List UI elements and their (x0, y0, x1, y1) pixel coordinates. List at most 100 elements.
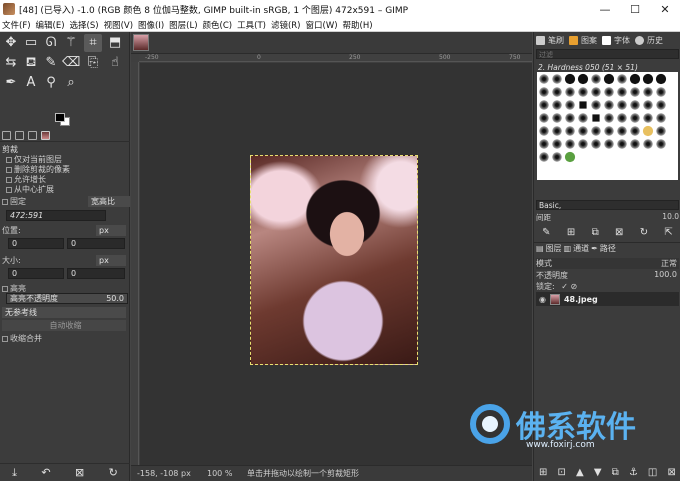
vertical-ruler[interactable] (131, 62, 139, 465)
undo-history-tab-icon[interactable] (28, 131, 37, 140)
tab-patterns[interactable]: 图案 (581, 35, 597, 46)
minimize-button[interactable]: — (590, 3, 620, 16)
lower-layer-icon[interactable]: ▼ (594, 467, 602, 478)
patterns-tab-icon[interactable] (569, 35, 578, 45)
channels-tab-icon[interactable]: ▥ (564, 244, 572, 253)
brush-swatch[interactable] (629, 86, 641, 98)
new-group-icon[interactable]: ⊡ (558, 467, 566, 478)
image-canvas-photo[interactable] (250, 155, 418, 365)
brush-grid[interactable] (537, 72, 678, 180)
brush-swatch[interactable] (551, 138, 563, 150)
brush-swatch[interactable] (577, 86, 589, 98)
brushes-tab-icon[interactable] (536, 35, 545, 45)
zoom-dropdown[interactable]: 100 % (207, 469, 247, 478)
brush-swatch[interactable] (629, 125, 641, 137)
brush-swatch[interactable] (564, 125, 576, 137)
image-tab-thumbnail[interactable] (133, 34, 149, 51)
brush-swatch[interactable] (603, 99, 615, 111)
position-unit-dropdown[interactable]: px (96, 225, 126, 236)
brush-swatch[interactable] (590, 138, 602, 150)
position-x-field[interactable]: 0 (8, 238, 64, 249)
layers-tab-icon[interactable]: ▤ (536, 244, 544, 253)
refresh-brushes-icon[interactable]: ↻ (640, 227, 648, 238)
brush-swatch[interactable] (642, 86, 654, 98)
brush-swatch[interactable] (642, 138, 654, 150)
brush-swatch[interactable] (616, 112, 628, 124)
unit-dropdown[interactable]: px (181, 469, 207, 478)
brush-swatch[interactable] (616, 99, 628, 111)
raise-layer-icon[interactable]: ▲ (576, 467, 584, 478)
brush-swatch[interactable] (538, 99, 550, 111)
fixed-checkbox[interactable] (2, 198, 8, 205)
brush-swatch[interactable] (642, 99, 654, 111)
fixed-mode-dropdown[interactable]: 宽高比 (88, 196, 130, 207)
brush-swatch[interactable] (629, 99, 641, 111)
brush-swatch[interactable] (629, 112, 641, 124)
brush-swatch[interactable] (629, 73, 641, 85)
brush-swatch[interactable] (603, 125, 615, 137)
brush-swatch[interactable] (564, 86, 576, 98)
duplicate-layer-icon[interactable]: ⧉ (612, 467, 619, 478)
smudge-tool-icon[interactable]: ☝ (106, 54, 124, 72)
delete-layer-icon[interactable]: ⊠ (667, 467, 675, 478)
brush-swatch[interactable] (551, 112, 563, 124)
menu-view[interactable]: 视图(V) (102, 19, 136, 31)
brush-swatch[interactable] (551, 86, 563, 98)
expand-from-center-checkbox[interactable] (6, 186, 12, 193)
brush-swatch[interactable] (616, 86, 628, 98)
clone-tool-icon[interactable]: ⎘ (84, 54, 102, 72)
zoom-tool-icon[interactable]: ⌕ (62, 74, 80, 92)
brush-swatch[interactable] (655, 112, 667, 124)
brush-swatch[interactable] (564, 99, 576, 111)
size-unit-dropdown[interactable]: px (96, 255, 126, 266)
brush-swatch[interactable] (616, 138, 628, 150)
history-tab-icon[interactable] (635, 35, 644, 45)
paths-tab-icon[interactable]: ✒ (591, 244, 598, 253)
mode-row[interactable]: 模式 正常 (536, 258, 679, 269)
menu-select[interactable]: 选择(S) (68, 19, 102, 31)
reset-options-icon[interactable]: ↻ (109, 466, 118, 479)
fg-bg-colors[interactable] (55, 113, 73, 127)
brush-swatch[interactable] (629, 138, 641, 150)
brush-swatch[interactable] (603, 86, 615, 98)
brush-swatch[interactable] (538, 73, 550, 85)
brush-filter-input[interactable]: 过滤 (536, 49, 679, 59)
paths-tool-icon[interactable]: ✒ (2, 74, 20, 92)
brush-swatch[interactable] (655, 125, 667, 137)
brush-swatch[interactable] (551, 73, 563, 85)
brush-tag-input[interactable]: Basic, (536, 200, 679, 210)
crop-tool-icon[interactable]: ⌗ (84, 34, 102, 52)
device-status-tab-icon[interactable] (15, 131, 24, 140)
restore-options-icon[interactable]: ↶ (41, 466, 50, 479)
brush-swatch[interactable] (642, 73, 654, 85)
tab-brushes[interactable]: 笔刷 (548, 35, 564, 46)
guides-dropdown[interactable]: 无参考线 (2, 307, 126, 318)
menu-file[interactable]: 文件(F) (0, 19, 34, 31)
new-brush-icon[interactable]: ⊞ (567, 227, 575, 238)
brush-swatch[interactable] (603, 73, 615, 85)
edit-brush-icon[interactable]: ✎ (542, 227, 550, 238)
open-brush-icon[interactable]: ⇱ (664, 227, 672, 238)
tab-fonts[interactable]: 字体 (614, 35, 630, 46)
maximize-button[interactable]: ☐ (620, 3, 650, 16)
auto-shrink-button[interactable]: 自动收缩 (2, 320, 126, 331)
tool-options-tab-icon[interactable] (2, 131, 11, 140)
text-tool-icon[interactable]: A (22, 74, 40, 92)
brush-swatch[interactable] (577, 138, 589, 150)
new-layer-icon[interactable]: ⊞ (539, 467, 547, 478)
brush-swatch[interactable] (564, 112, 576, 124)
brush-swatch[interactable] (538, 151, 550, 163)
brush-swatch[interactable] (655, 99, 667, 111)
opacity-row[interactable]: 不透明度 100.0 (536, 270, 679, 281)
brush-swatch[interactable] (579, 101, 587, 109)
brush-swatch[interactable] (551, 99, 563, 111)
brush-swatch[interactable] (551, 125, 563, 137)
close-button[interactable]: ✕ (650, 3, 680, 16)
brush-swatch[interactable] (655, 138, 667, 150)
brush-swatch[interactable] (655, 86, 667, 98)
color-picker-tool-icon[interactable]: ⚲ (42, 74, 60, 92)
mask-layer-icon[interactable]: ◫ (648, 467, 657, 478)
save-options-icon[interactable]: ⤓ (12, 466, 17, 480)
menu-layer[interactable]: 图层(L) (167, 19, 200, 31)
brush-swatch[interactable] (564, 73, 576, 85)
